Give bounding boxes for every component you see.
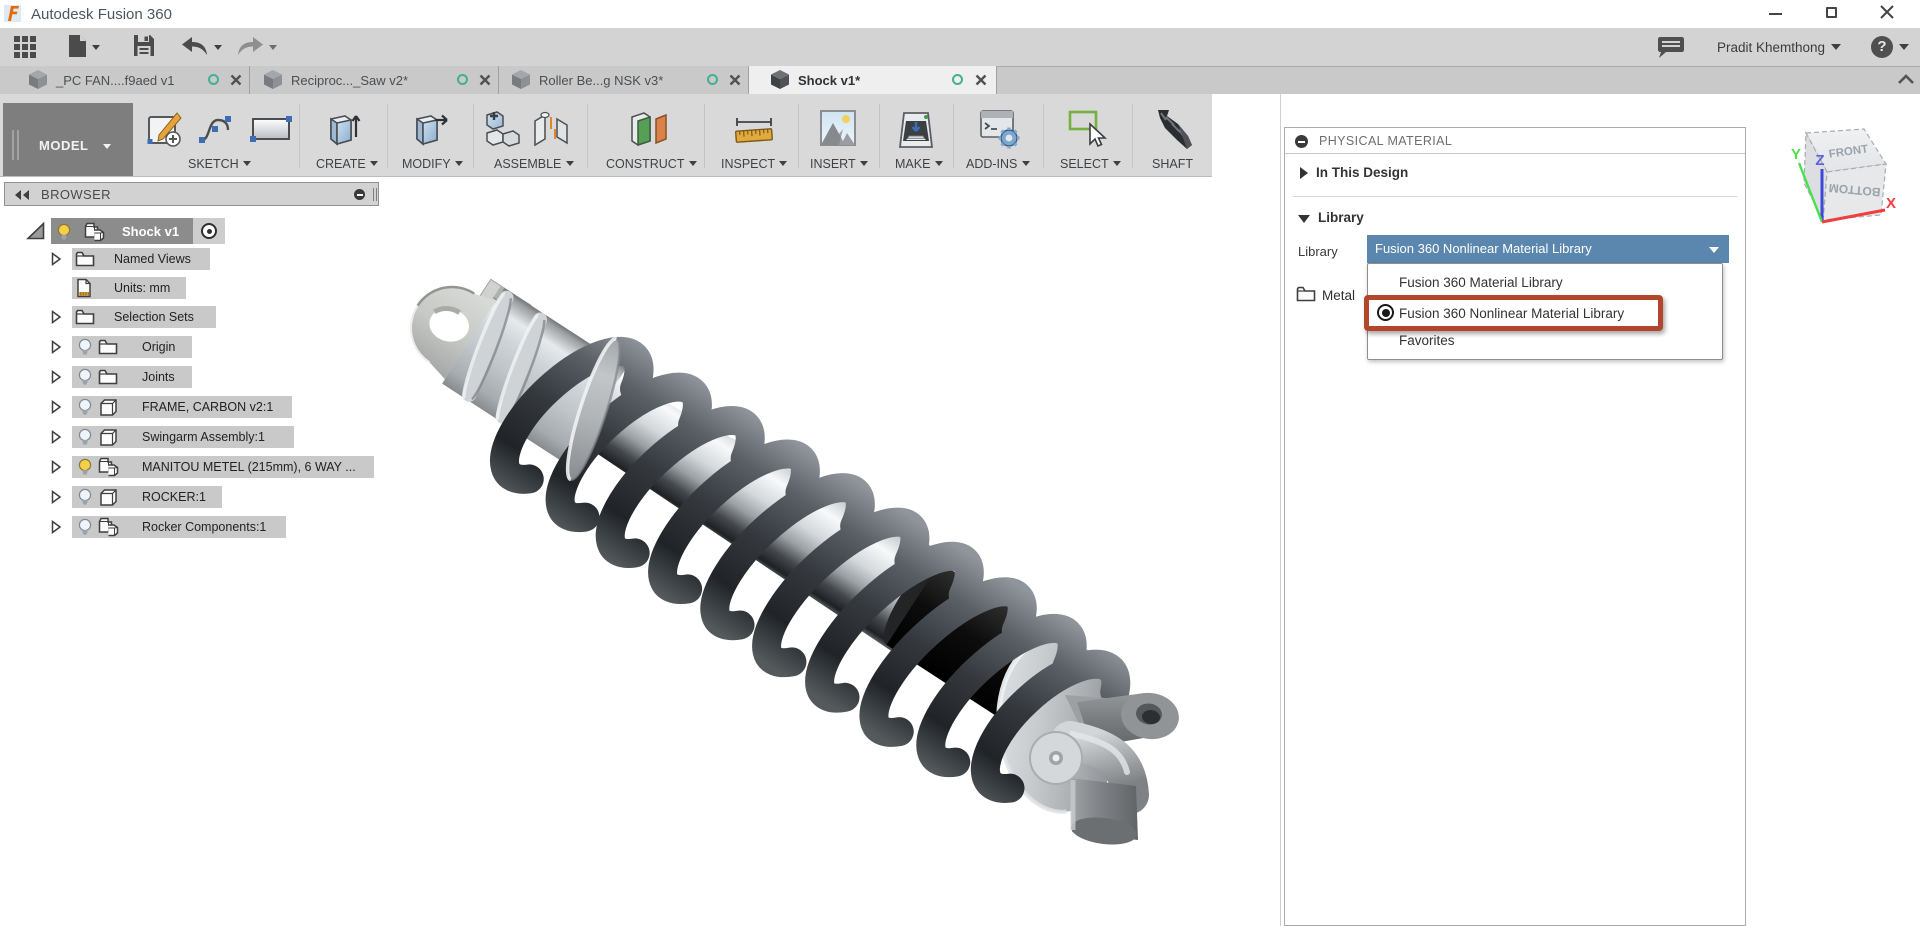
svg-text:Y: Y (1791, 146, 1801, 163)
svg-text:X: X (1886, 195, 1896, 212)
svg-text:Z: Z (1815, 152, 1824, 169)
